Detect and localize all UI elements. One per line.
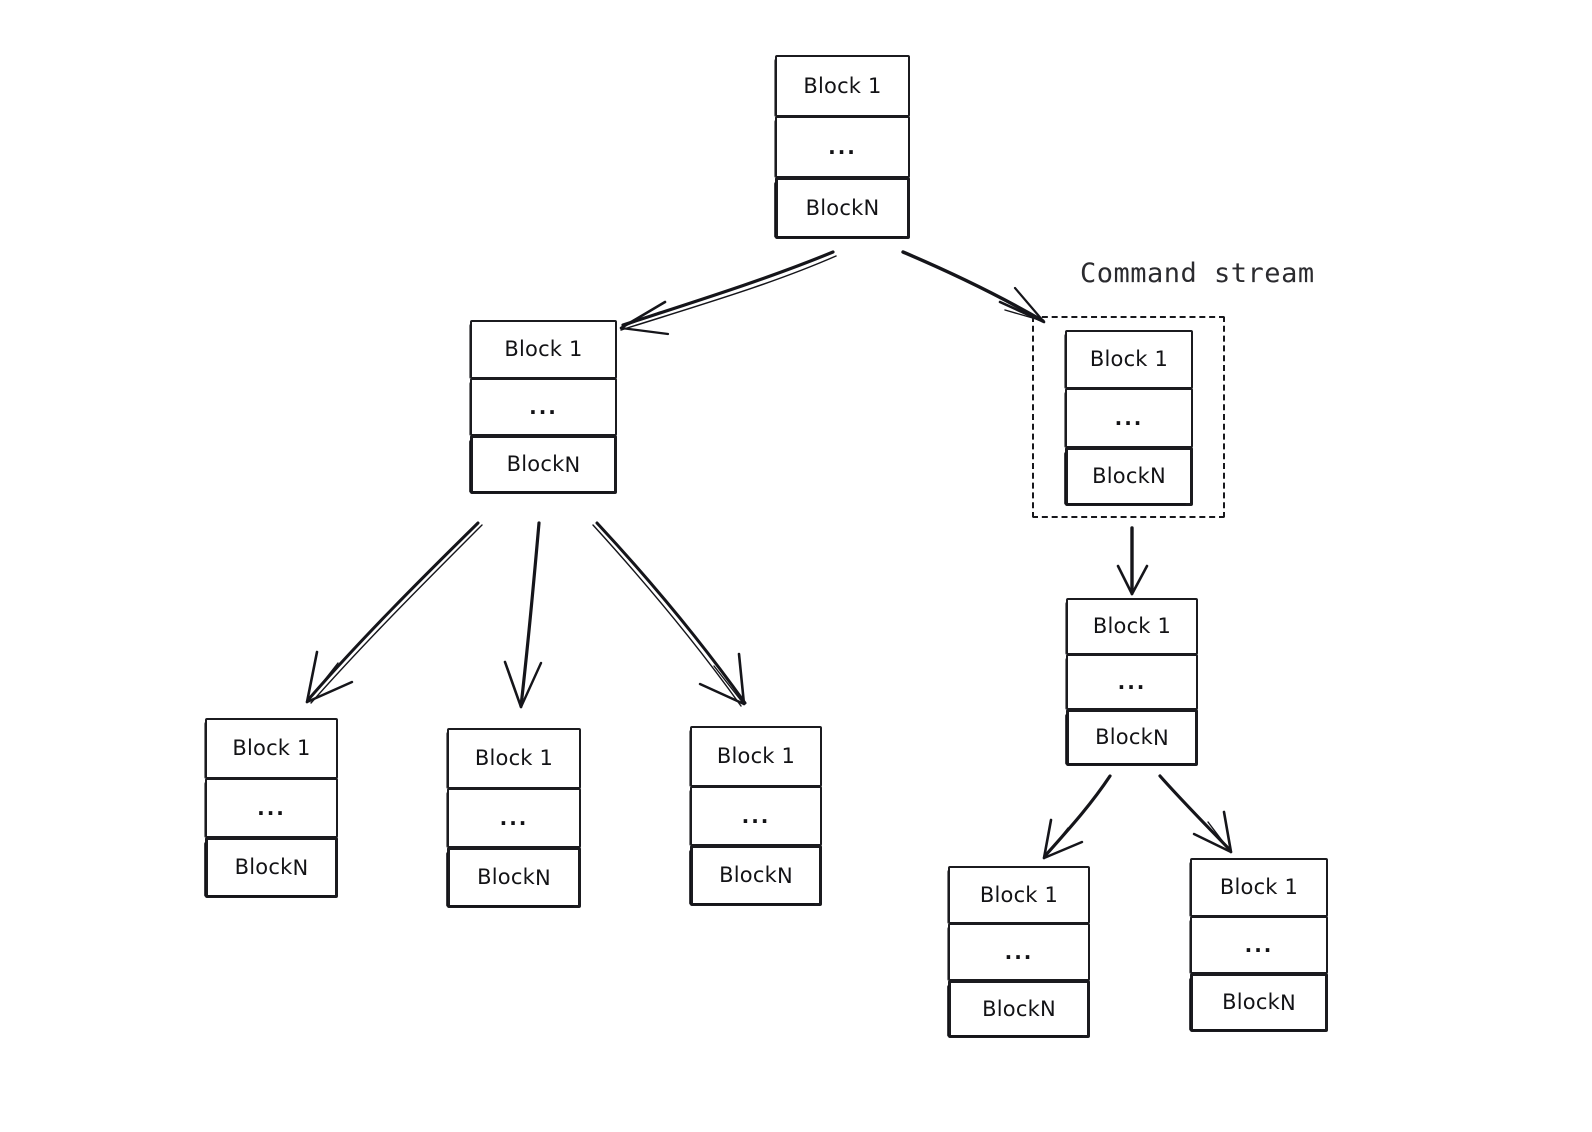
block-row-label: Block 1 <box>979 882 1059 907</box>
block-row-last: Block N <box>774 177 910 239</box>
edge-command-stream-to-right <box>1116 526 1149 596</box>
block-row-middle: ... <box>689 785 822 847</box>
block-row-label: ... <box>529 394 558 419</box>
block-row-first: Block 1 <box>446 728 581 789</box>
diagram-canvas: Command stream Block 1... Block N Block 1..… <box>0 0 1592 1132</box>
block-row-label: Block 1 <box>803 73 882 98</box>
block-row-last: Block N <box>469 435 617 494</box>
edge-right-branch-to-leaf-2 <box>1158 774 1233 854</box>
block-row-label: Block 1 <box>232 735 311 760</box>
right-branch-block-stack[interactable]: Block 1... Block N <box>1065 598 1198 768</box>
block-row-index-symbol: N <box>564 452 581 477</box>
block-row-middle: ... <box>774 116 910 178</box>
edge-root-to-left-branch <box>619 250 837 336</box>
block-row-first: Block 1 <box>1064 330 1193 390</box>
block-row-label: Block <box>805 195 864 220</box>
block-row-label: Block 1 <box>1219 874 1299 899</box>
block-row-label: ... <box>828 135 857 159</box>
block-row-middle: ... <box>1189 915 1328 975</box>
block-row-first: Block 1 <box>1065 598 1198 655</box>
block-row-index-symbol: N <box>292 855 309 880</box>
block-row-first: Block 1 <box>204 718 338 779</box>
block-row-index-symbol: N <box>1152 725 1169 750</box>
block-row-label: ... <box>741 803 771 828</box>
block-row-label: Block <box>1092 463 1150 488</box>
block-row-last: Block N <box>446 847 581 908</box>
command-stream-block-stack[interactable]: Block 1... Block N <box>1064 330 1193 508</box>
left-leaf-block-stack-2[interactable]: Block 1... Block N <box>446 728 581 910</box>
block-row-label: ... <box>1114 405 1144 430</box>
block-row-last: Block N <box>947 980 1090 1038</box>
block-row-first: Block 1 <box>947 866 1090 924</box>
block-row-label: Block 1 <box>504 336 583 361</box>
block-row-first: Block 1 <box>774 55 910 117</box>
left-leaf-block-stack-1[interactable]: Block 1... Block N <box>204 718 338 900</box>
edge-right-branch-to-leaf-1 <box>1042 774 1112 860</box>
block-row-middle: ... <box>1065 653 1198 711</box>
block-row-label: Block <box>477 865 535 890</box>
block-row-middle: ... <box>204 777 338 839</box>
block-row-label: Block <box>234 855 293 880</box>
root-block-stack[interactable]: Block 1... Block N <box>774 55 910 241</box>
block-row-index-symbol: N <box>776 863 793 888</box>
edge-left-branch-to-leaf-2 <box>503 521 543 709</box>
block-row-first: Block 1 <box>469 320 617 379</box>
block-row-last: Block N <box>1064 446 1193 506</box>
block-row-middle: ... <box>1064 388 1193 448</box>
block-row-first: Block 1 <box>1189 858 1328 917</box>
block-row-first: Block 1 <box>689 726 822 787</box>
block-row-middle: ... <box>469 377 617 437</box>
block-row-last: Block N <box>1065 709 1198 766</box>
block-row-label: Block <box>1095 725 1153 750</box>
block-row-index-symbol: N <box>863 196 880 220</box>
block-row-index-symbol: N <box>1279 990 1296 1015</box>
block-row-label: Block 1 <box>1089 347 1169 372</box>
right-leaf-block-stack-2[interactable]: Block 1... Block N <box>1189 858 1328 1034</box>
edge-left-branch-to-leaf-1 <box>305 521 483 704</box>
block-row-label: Block <box>506 452 565 477</box>
block-row-label: Block 1 <box>474 745 554 770</box>
block-row-index-symbol: N <box>534 865 551 890</box>
edge-left-branch-to-leaf-3 <box>592 521 747 707</box>
block-row-label: Block <box>1222 990 1280 1015</box>
block-row-label: ... <box>257 795 286 820</box>
block-row-label: Block <box>719 863 777 888</box>
left-branch-block-stack[interactable]: Block 1... Block N <box>469 320 617 496</box>
left-leaf-block-stack-3[interactable]: Block 1... Block N <box>689 726 822 908</box>
block-row-last: Block N <box>204 837 338 898</box>
block-row-label: ... <box>499 805 529 830</box>
block-row-label: ... <box>1004 940 1034 964</box>
block-row-index-symbol: N <box>1149 464 1166 489</box>
block-row-index-symbol: N <box>1039 997 1056 1021</box>
block-row-middle: ... <box>446 787 581 849</box>
block-row-last: Block N <box>1189 973 1328 1032</box>
block-row-last: Block N <box>689 845 822 906</box>
block-row-middle: ... <box>947 923 1090 981</box>
edge-root-to-command-stream <box>901 250 1046 324</box>
block-row-label: ... <box>1244 932 1274 957</box>
block-row-label: ... <box>1117 669 1147 694</box>
block-row-label: Block 1 <box>716 743 796 768</box>
block-row-label: Block <box>982 996 1040 1021</box>
right-leaf-block-stack-1[interactable]: Block 1... Block N <box>947 866 1090 1040</box>
command-stream-label: Command stream <box>1080 258 1315 289</box>
block-row-label: Block 1 <box>1092 613 1172 638</box>
